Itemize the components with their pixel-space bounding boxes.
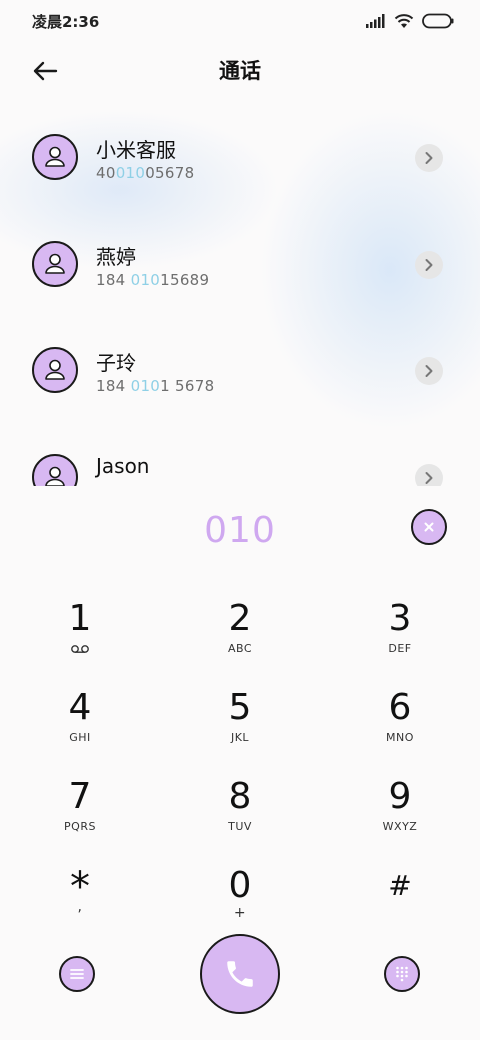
chevron-right-icon	[425, 152, 433, 164]
key-digit: 4	[68, 687, 92, 728]
contact-row[interactable]: 燕婷 184 01015689	[0, 211, 480, 291]
key-letters: GHI	[69, 731, 91, 744]
signal-icon	[366, 14, 385, 28]
dial-display: 010	[0, 500, 480, 560]
key-8[interactable]: 8 TUV	[180, 776, 300, 858]
contact-row[interactable]: Jason	[0, 424, 480, 486]
call-button[interactable]	[200, 934, 280, 1014]
chevron-right-icon	[425, 365, 433, 377]
phone-icon	[227, 961, 253, 987]
contact-list[interactable]: 小米客服 4001005678 燕婷 184 01015689 子玲 184 0…	[0, 104, 480, 486]
chevron-right-icon	[425, 472, 433, 484]
key-hash[interactable]: #	[340, 865, 460, 947]
avatar[interactable]	[32, 241, 78, 287]
contact-row[interactable]: 小米客服 4001005678	[0, 104, 480, 184]
wifi-icon	[394, 14, 414, 28]
chevron-right-icon	[425, 259, 433, 271]
clear-button[interactable]	[411, 509, 447, 545]
key-letters: TUV	[228, 820, 252, 833]
key-digit: 1	[68, 598, 92, 639]
key-1[interactable]: 1	[20, 598, 140, 680]
key-4[interactable]: 4 GHI	[20, 687, 140, 769]
keypad: 1 2 ABC 3 DEF 4 GHI 5 JKL 6 MNO 7 PQRS 8…	[0, 590, 480, 946]
dialpad-icon	[396, 966, 408, 982]
person-icon	[45, 359, 65, 380]
key-digit: 0	[228, 865, 252, 906]
key-letters: DEF	[388, 642, 412, 655]
key-letters: ABC	[227, 642, 253, 655]
contact-detail-button[interactable]	[415, 464, 443, 486]
voicemail-icon	[71, 645, 89, 653]
key-digit: 8	[228, 776, 252, 817]
contact-detail-button[interactable]	[415, 144, 443, 172]
key-digit: 6	[388, 687, 412, 728]
person-icon	[45, 466, 65, 486]
contact-name: 燕婷	[96, 245, 136, 269]
avatar[interactable]	[32, 347, 78, 393]
key-letters: +	[233, 905, 247, 921]
status-time: 凌晨2:36	[32, 12, 100, 31]
battery-icon	[422, 13, 454, 29]
contact-name: 子玲	[96, 351, 136, 375]
key-letters: JKL	[230, 731, 250, 744]
contact-number: 184 01015689	[96, 271, 210, 289]
close-icon	[424, 522, 434, 532]
key-5[interactable]: 5 JKL	[180, 687, 300, 769]
contact-name: Jason	[96, 454, 150, 478]
key-digit: 7	[68, 776, 92, 817]
key-letters: MNO	[386, 731, 414, 744]
back-button[interactable]	[30, 56, 60, 86]
key-digit: #	[388, 869, 412, 902]
contact-detail-button[interactable]	[415, 251, 443, 279]
status-bar: 凌晨2:36	[0, 0, 480, 42]
page-title: 通话	[219, 59, 261, 83]
key-6[interactable]: 6 MNO	[340, 687, 460, 769]
dialed-number: 010	[204, 509, 276, 551]
contact-name: 小米客服	[96, 138, 176, 162]
person-icon	[45, 146, 65, 167]
key-2[interactable]: 2 ABC	[180, 598, 300, 680]
avatar[interactable]	[32, 134, 78, 180]
key-digit: 2	[228, 598, 252, 639]
key-letters: WXYZ	[382, 820, 418, 833]
key-digit: 9	[388, 776, 412, 817]
contact-detail-button[interactable]	[415, 357, 443, 385]
key-letters: PQRS	[64, 820, 96, 833]
key-star[interactable]: * ,	[20, 865, 140, 947]
contact-number: 184 0101 5678	[96, 377, 215, 395]
key-3[interactable]: 3 DEF	[340, 598, 460, 680]
key-digit: 3	[388, 598, 412, 639]
avatar[interactable]	[32, 454, 78, 486]
keypad-toggle-button[interactable]	[384, 956, 420, 992]
header: 通话	[0, 48, 480, 92]
key-digit: 5	[228, 687, 252, 728]
key-9[interactable]: 9 WXYZ	[340, 776, 460, 858]
arrow-left-icon	[33, 61, 58, 81]
contact-number: 4001005678	[96, 164, 195, 182]
menu-button[interactable]	[59, 956, 95, 992]
contact-row[interactable]: 子玲 184 0101 5678	[0, 317, 480, 397]
menu-icon	[70, 969, 84, 979]
key-7[interactable]: 7 PQRS	[20, 776, 140, 858]
key-letters: ,	[77, 899, 83, 915]
status-icons	[366, 13, 454, 29]
person-icon	[45, 253, 65, 274]
